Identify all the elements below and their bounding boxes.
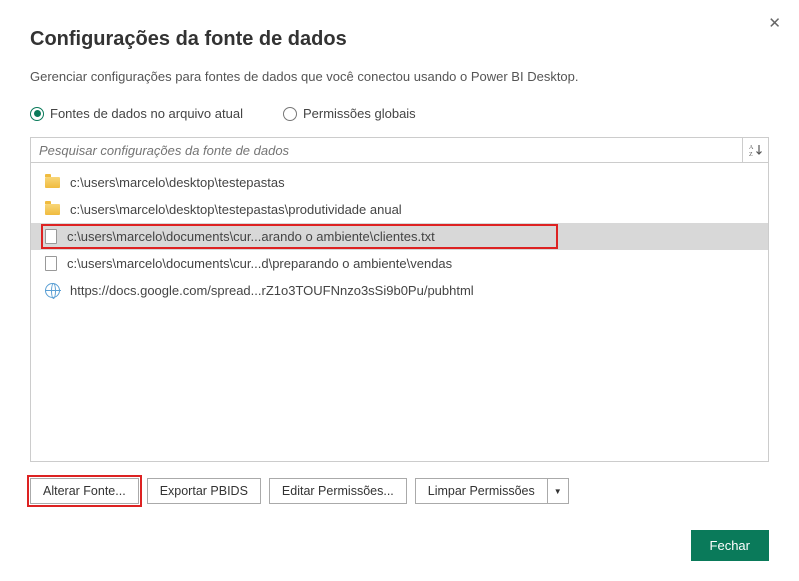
data-source-path: c:\users\marcelo\desktop\testepastas\pro… bbox=[70, 202, 402, 217]
clear-permissions-button[interactable]: Limpar Permissões bbox=[415, 478, 548, 504]
data-source-path: https://docs.google.com/spread...rZ1o3TO… bbox=[70, 283, 474, 298]
folder-icon bbox=[45, 177, 60, 188]
globe-icon bbox=[45, 283, 60, 298]
data-source-item[interactable]: c:\users\marcelo\desktop\testepastas bbox=[31, 169, 768, 196]
scope-radio-group: Fontes de dados no arquivo atual Permiss… bbox=[30, 106, 769, 121]
doc-icon bbox=[45, 229, 57, 244]
dialog-title: Configurações da fonte de dados bbox=[30, 28, 769, 51]
data-source-item[interactable]: c:\users\marcelo\documents\cur...arando … bbox=[31, 223, 768, 250]
data-source-path: c:\users\marcelo\documents\cur...arando … bbox=[67, 229, 435, 244]
close-icon[interactable]: ✕ bbox=[764, 10, 785, 36]
clear-permissions-dropdown[interactable]: ▼ bbox=[548, 478, 569, 504]
export-pbids-button[interactable]: Exportar PBIDS bbox=[147, 478, 261, 504]
radio-current-file[interactable]: Fontes de dados no arquivo atual bbox=[30, 106, 243, 121]
data-source-list: c:\users\marcelo\desktop\testepastas c:\u… bbox=[30, 163, 769, 462]
radio-label: Fontes de dados no arquivo atual bbox=[50, 106, 243, 121]
change-source-button[interactable]: Alterar Fonte... bbox=[30, 478, 139, 504]
svg-text:A: A bbox=[749, 145, 754, 151]
data-source-path: c:\users\marcelo\desktop\testepastas bbox=[70, 175, 285, 190]
data-source-item[interactable]: c:\users\marcelo\documents\cur...d\prepa… bbox=[31, 250, 768, 277]
data-source-item[interactable]: https://docs.google.com/spread...rZ1o3TO… bbox=[31, 277, 768, 304]
sort-az-icon: A Z bbox=[749, 143, 763, 157]
dialog-subtitle: Gerenciar configurações para fontes de d… bbox=[30, 69, 769, 84]
folder-icon bbox=[45, 204, 60, 215]
sort-button[interactable]: A Z bbox=[742, 138, 768, 162]
radio-global-permissions[interactable]: Permissões globais bbox=[283, 106, 416, 121]
search-input[interactable] bbox=[31, 138, 742, 162]
svg-text:Z: Z bbox=[749, 152, 753, 157]
data-source-path: c:\users\marcelo\documents\cur...d\prepa… bbox=[67, 256, 452, 271]
radio-label: Permissões globais bbox=[303, 106, 416, 121]
doc-icon bbox=[45, 256, 57, 271]
radio-dot-icon bbox=[30, 107, 44, 121]
close-button[interactable]: Fechar bbox=[691, 530, 769, 561]
data-source-item[interactable]: c:\users\marcelo\desktop\testepastas\pro… bbox=[31, 196, 768, 223]
radio-dot-icon bbox=[283, 107, 297, 121]
edit-permissions-button[interactable]: Editar Permissões... bbox=[269, 478, 407, 504]
